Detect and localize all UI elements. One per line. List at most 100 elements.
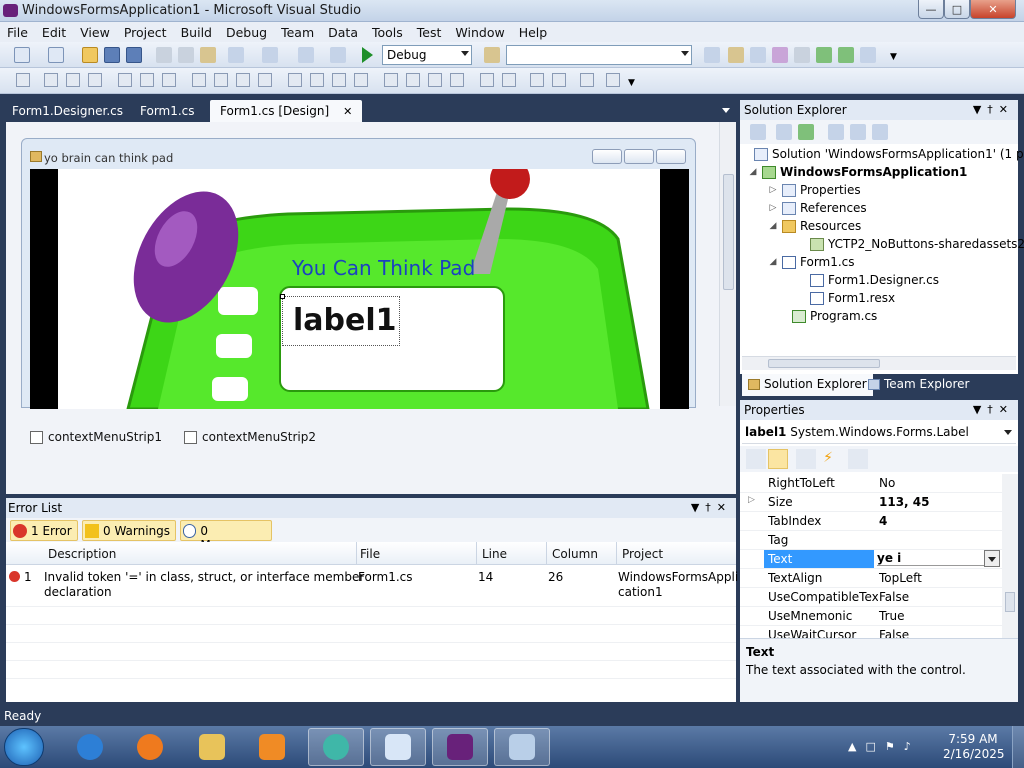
messages-filter-button[interactable]: 0 Messages: [180, 520, 272, 552]
tab-team-explorer[interactable]: Team Explorer: [862, 374, 976, 396]
context-menu-strip-2[interactable]: contextMenuStrip2: [184, 430, 316, 444]
tab-form1-designer-cs[interactable]: Form1.Designer.cs: [2, 100, 133, 122]
find-in-files-icon[interactable]: [484, 47, 500, 63]
class-view-icon[interactable]: [838, 47, 854, 63]
menu-file[interactable]: File: [0, 25, 35, 40]
property-grid-scrollbar[interactable]: [1002, 474, 1018, 638]
close-button[interactable]: ✕: [970, 0, 1016, 19]
taskbar-app-1[interactable]: [308, 728, 364, 766]
properties-icon[interactable]: [750, 124, 766, 140]
collapse-icon[interactable]: ◢: [748, 167, 758, 177]
menu-data[interactable]: Data: [321, 25, 365, 40]
scrollbar-thumb[interactable]: [768, 359, 880, 368]
alphabetical-icon[interactable]: [768, 449, 788, 469]
label1-control[interactable]: label1: [280, 294, 400, 346]
context-menu-strip-1[interactable]: contextMenuStrip1: [30, 430, 162, 444]
property-row[interactable]: UseMnemonic True: [740, 607, 1002, 626]
make-same-height-icon[interactable]: [236, 73, 250, 87]
clock[interactable]: 7:59 AM 2/16/2025: [943, 732, 1005, 762]
property-value[interactable]: 4: [879, 514, 887, 528]
maximize-button[interactable]: □: [944, 0, 970, 19]
property-row-selected[interactable]: Text ye i: [740, 550, 1002, 569]
refresh-icon[interactable]: [798, 124, 814, 140]
collapse-icon[interactable]: ◢: [768, 257, 778, 267]
start-page-icon[interactable]: [816, 47, 832, 63]
expand-icon[interactable]: ▷: [768, 185, 778, 195]
panel-pin-close-icons[interactable]: ▼†✕: [973, 403, 1014, 416]
toolbar-options-icon-2[interactable]: ▼: [628, 78, 635, 88]
start-button[interactable]: [4, 728, 44, 766]
active-files-dropdown-icon[interactable]: [722, 108, 730, 113]
scrollbar-thumb[interactable]: [1005, 592, 1015, 612]
increase-horizontal-spacing-icon[interactable]: [310, 73, 324, 87]
expand-icon[interactable]: ▷: [768, 203, 778, 213]
table-row[interactable]: 1 Invalid token '=' in class, struct, or…: [6, 570, 738, 604]
property-row[interactable]: ▷ Size 113, 45: [740, 493, 1002, 512]
save-all-icon[interactable]: [126, 47, 142, 63]
align-centers-icon[interactable]: [66, 73, 80, 87]
column-project[interactable]: Project: [622, 547, 663, 561]
solution-explorer-icon[interactable]: [704, 47, 720, 63]
taskbar-app-3[interactable]: [494, 728, 550, 766]
tree-program-cs[interactable]: Program.cs: [792, 309, 877, 323]
show-desktop-button[interactable]: [1012, 726, 1024, 768]
make-same-size-icon[interactable]: [258, 73, 272, 87]
tab-order-icon[interactable]: [580, 73, 594, 87]
property-row[interactable]: UseCompatibleTextRenderingFalse: [740, 588, 1002, 607]
tree-project[interactable]: ◢ WindowsFormsApplication1: [748, 165, 968, 179]
expand-icon[interactable]: ▷: [748, 495, 755, 505]
align-bottoms-icon[interactable]: [162, 73, 176, 87]
property-row[interactable]: RightToLeft No: [740, 474, 1002, 493]
property-value[interactable]: TopLeft: [879, 571, 922, 585]
tree-resource-image[interactable]: YCTP2_NoButtons-sharedassets2.as: [810, 237, 1024, 251]
properties-view-icon[interactable]: [796, 449, 816, 469]
send-to-back-icon[interactable]: [552, 73, 566, 87]
tree-resources[interactable]: ◢ Resources: [768, 219, 862, 233]
chevron-down-icon[interactable]: [984, 550, 1000, 567]
add-item-icon[interactable]: [48, 47, 64, 63]
menu-tools[interactable]: Tools: [365, 25, 410, 40]
categorized-icon[interactable]: [746, 449, 766, 469]
taskbar-file-explorer[interactable]: [184, 728, 240, 766]
properties-window-icon[interactable]: [728, 47, 744, 63]
undo-icon[interactable]: [228, 47, 244, 63]
selection-handle[interactable]: [280, 294, 285, 299]
center-horizontally-icon[interactable]: [480, 73, 494, 87]
open-file-icon[interactable]: [82, 47, 98, 63]
taskbar-firefox[interactable]: [122, 728, 178, 766]
tree-form1-resx[interactable]: Form1.resx: [810, 291, 895, 305]
designer-vertical-scrollbar[interactable]: [719, 122, 736, 406]
property-value[interactable]: 113, 45: [879, 495, 929, 509]
lock-controls-icon[interactable]: [606, 73, 620, 87]
system-tray-icons[interactable]: ▲□⚑♪: [848, 740, 920, 753]
property-row[interactable]: TextAlign TopLeft: [740, 569, 1002, 588]
property-value[interactable]: False: [879, 628, 909, 638]
tree-form1-designer-cs[interactable]: Form1.Designer.cs: [810, 273, 939, 287]
toolbar-options-icon[interactable]: ▼: [890, 52, 897, 62]
remove-vertical-spacing-icon[interactable]: [450, 73, 464, 87]
menu-project[interactable]: Project: [117, 25, 174, 40]
view-class-diagram-icon[interactable]: [872, 124, 888, 140]
chevron-down-icon[interactable]: [1004, 430, 1012, 435]
property-value[interactable]: True: [879, 609, 905, 623]
bring-to-front-icon[interactable]: [530, 73, 544, 87]
size-to-grid-icon[interactable]: [214, 73, 228, 87]
align-rights-icon[interactable]: [88, 73, 102, 87]
tab-form1-cs[interactable]: Form1.cs: [130, 100, 205, 122]
tree-references[interactable]: ▷ References: [768, 201, 867, 215]
column-column[interactable]: Column: [552, 547, 598, 561]
align-middles-icon[interactable]: [140, 73, 154, 87]
increase-vertical-spacing-icon[interactable]: [406, 73, 420, 87]
property-row[interactable]: Tag: [740, 531, 1002, 550]
solution-horizontal-scrollbar[interactable]: [742, 356, 1016, 370]
redo-icon[interactable]: [262, 47, 278, 63]
designed-form[interactable]: yo brain can think pad You Can Think Pad…: [21, 138, 696, 409]
column-description[interactable]: Description: [48, 547, 116, 561]
tree-properties[interactable]: ▷ Properties: [768, 183, 861, 197]
menu-edit[interactable]: Edit: [35, 25, 73, 40]
menu-test[interactable]: Test: [410, 25, 449, 40]
navigate-backward-icon[interactable]: [298, 47, 314, 63]
new-project-icon[interactable]: [14, 47, 30, 63]
events-icon[interactable]: ⚡: [818, 449, 838, 469]
object-browser-icon[interactable]: [750, 47, 766, 63]
